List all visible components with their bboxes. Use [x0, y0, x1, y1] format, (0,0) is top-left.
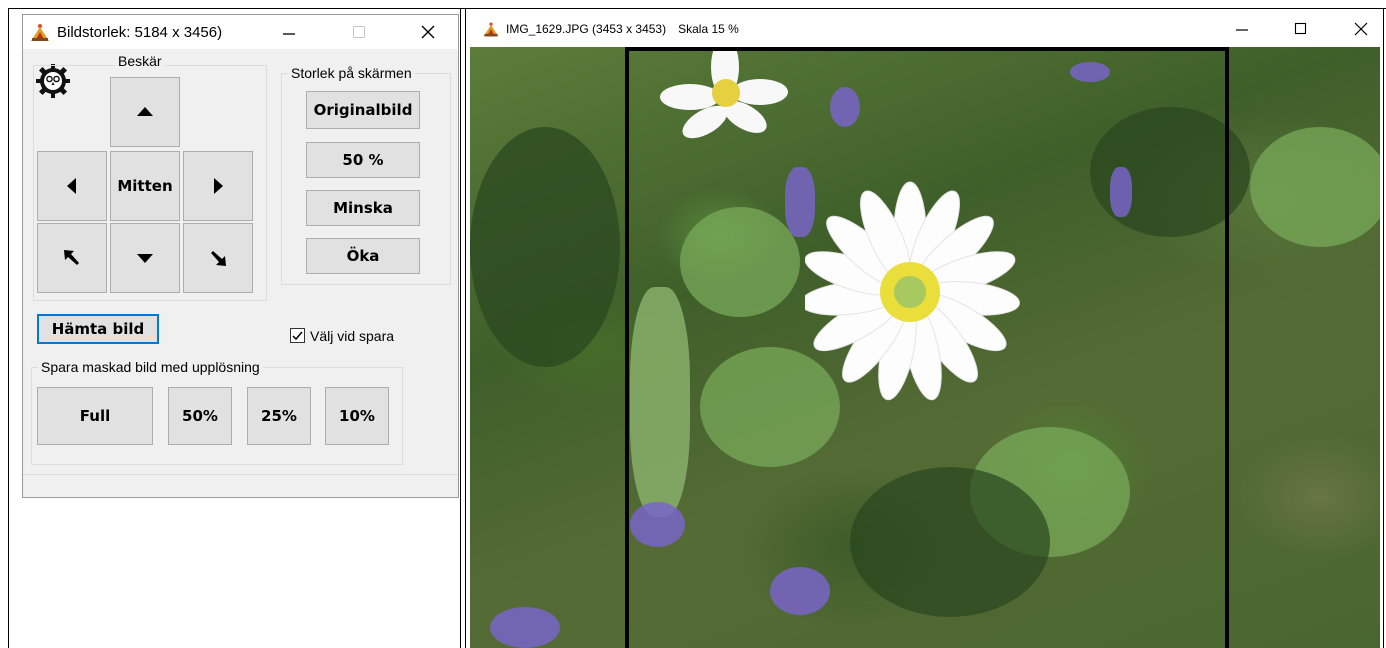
crop-center-button[interactable]: Mitten — [110, 151, 180, 221]
minimize-icon — [283, 33, 295, 35]
load-image-button[interactable]: Hämta bild — [37, 314, 159, 344]
increase-size-button[interactable]: Öka — [306, 238, 420, 274]
crop-downright-button[interactable] — [183, 223, 253, 293]
save-10-button[interactable]: 10% — [325, 387, 389, 445]
close-icon — [1354, 22, 1368, 36]
image-scale: Skala 15 % — [678, 22, 739, 36]
app-icon — [483, 22, 499, 37]
window-title: Bildstorlek: 5184 x 3456) — [57, 23, 223, 41]
arrow-left-icon — [67, 178, 76, 194]
maximize-button[interactable] — [336, 15, 382, 49]
crop-rectangle[interactable] — [625, 47, 1229, 648]
minimize-button[interactable] — [266, 15, 312, 49]
save-25-button[interactable]: 25% — [247, 387, 311, 445]
frame-left-line — [8, 8, 9, 648]
original-size-button[interactable]: Originalbild — [306, 91, 420, 129]
checkmark-icon — [292, 331, 303, 341]
viewer-minimize-button[interactable] — [1219, 11, 1265, 47]
save-full-button[interactable]: Full — [37, 387, 153, 445]
crop-tool-titlebar: Bildstorlek: 5184 x 3456) — [23, 15, 458, 49]
photo-canvas[interactable] — [470, 47, 1380, 648]
viewer-maximize-button[interactable] — [1278, 11, 1324, 47]
minimize-icon — [1236, 29, 1248, 31]
screen-size-group-label: Storlek på skärmen — [288, 65, 415, 81]
crop-right-button[interactable] — [183, 151, 253, 221]
crop-upleft-button[interactable] — [37, 223, 107, 293]
close-button[interactable] — [405, 15, 451, 49]
arrow-up-icon — [137, 107, 153, 116]
image-viewer-titlebar: IMG_1629.JPG (3453 x 3453) Skala 15 % — [470, 11, 1380, 47]
crop-tool-window: Bildstorlek: 5184 x 3456) Beskär Mitten … — [22, 14, 459, 498]
save-group-label: Spara maskad bild med upplösning — [38, 359, 263, 375]
decrease-size-button[interactable]: Minska — [306, 190, 420, 226]
status-bar — [23, 474, 458, 497]
image-title: IMG_1629.JPG (3453 x 3453) — [506, 22, 667, 36]
choose-on-save-checkbox[interactable] — [290, 328, 305, 343]
frame-right-line — [1383, 8, 1384, 648]
crop-down-button[interactable] — [110, 223, 180, 293]
frame-top-line — [8, 8, 1386, 9]
frame-divider-line-2 — [465, 8, 466, 648]
viewer-close-button[interactable] — [1338, 11, 1380, 47]
save-50-button[interactable]: 50% — [168, 387, 232, 445]
crop-left-button[interactable] — [37, 151, 107, 221]
arrow-right-icon — [214, 178, 223, 194]
half-size-button[interactable]: 50 % — [306, 142, 420, 178]
maximize-icon — [1294, 22, 1307, 35]
arrow-down-icon — [137, 254, 153, 263]
arrow-down-right-icon — [211, 251, 226, 266]
crop-group-label: Beskär — [115, 53, 165, 69]
frame-divider-line — [460, 8, 461, 648]
purple-flower — [490, 607, 560, 648]
maximize-icon — [353, 26, 365, 38]
foliage — [470, 127, 620, 367]
close-icon — [421, 25, 435, 39]
choose-on-save-label: Välj vid spara — [310, 328, 395, 344]
foliage — [1250, 127, 1380, 247]
image-viewer-window: IMG_1629.JPG (3453 x 3453) Skala 15 % — [470, 11, 1380, 648]
crop-up-button[interactable] — [110, 77, 180, 147]
app-icon — [31, 24, 49, 41]
arrow-up-left-icon — [64, 250, 79, 265]
